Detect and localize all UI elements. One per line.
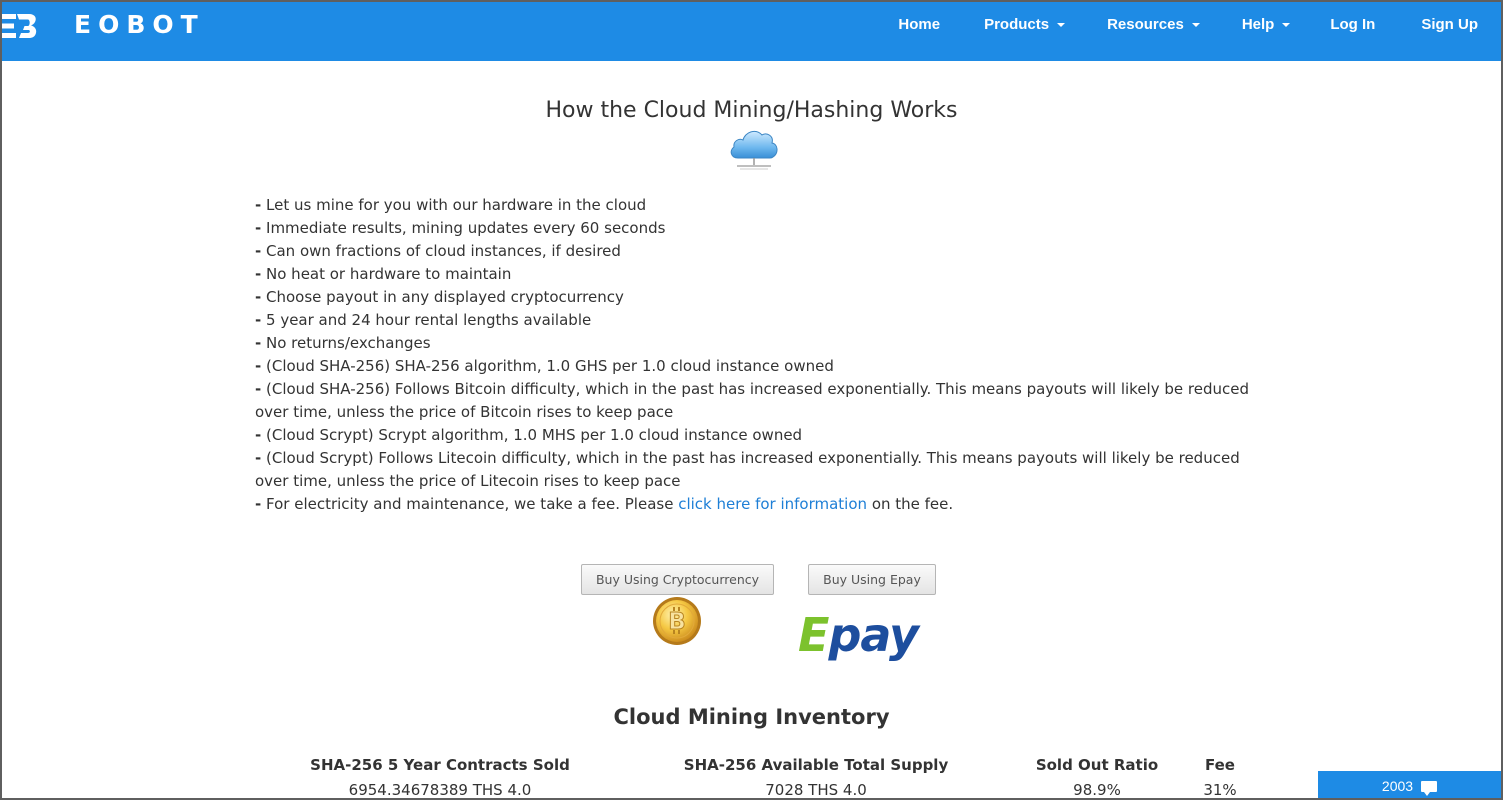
caret-down-icon	[1282, 22, 1291, 27]
chat-widget[interactable]: 2003	[1318, 771, 1501, 798]
feature-item: - Choose payout in any displayed cryptoc…	[255, 288, 624, 306]
feature-item: - No returns/exchanges	[255, 334, 431, 352]
fee-info-link[interactable]: click here for information	[678, 495, 867, 513]
column-header: Fee	[1205, 756, 1235, 774]
column-value: 7028 THS 4.0	[765, 781, 867, 798]
page: EOBOT Home Products Resources Help Log I…	[2, 2, 1501, 798]
epay-logo[interactable]: Epay	[798, 612, 919, 658]
nav-resources-label: Resources	[1107, 16, 1184, 33]
brand-name[interactable]: EOBOT	[74, 10, 205, 39]
column-value: 98.9%	[1073, 781, 1121, 798]
nav-products-label: Products	[984, 16, 1050, 33]
feature-item: - Immediate results, mining updates ever…	[255, 219, 666, 237]
features-list: - Let us mine for you with our hardware …	[255, 194, 1255, 516]
bitcoin-icon[interactable]: B	[652, 596, 702, 646]
inventory-column: Fee 31%	[1180, 754, 1260, 798]
column-header: Sold Out Ratio	[1035, 756, 1159, 774]
page-title: How the Cloud Mining/Hashing Works	[545, 98, 958, 123]
nav-home[interactable]: Home	[898, 16, 940, 33]
feature-item: - (Cloud SHA-256) Follows Bitcoin diffic…	[255, 380, 1249, 421]
nav-signup[interactable]: Sign Up	[1421, 16, 1478, 33]
column-header: SHA-256 Available Total Supply	[683, 756, 949, 774]
nav-signup-label: Sign Up	[1421, 16, 1478, 33]
caret-down-icon	[1191, 22, 1200, 27]
nav-home-label: Home	[898, 16, 941, 33]
column-value: 31%	[1203, 781, 1237, 798]
cloud-network-icon	[730, 130, 778, 170]
chat-count: 2003	[1381, 778, 1414, 794]
eobot-logo-icon[interactable]	[2, 12, 38, 40]
feature-item-fee: - For electricity and maintenance, we ta…	[255, 495, 954, 513]
inventory-column: SHA-256 Available Total Supply 7028 THS …	[666, 754, 966, 798]
feature-item: - 5 year and 24 hour rental lengths avai…	[255, 311, 592, 329]
inventory-column: SHA-256 5 Year Contracts Sold 6954.34678…	[290, 754, 590, 798]
feature-item: - Let us mine for you with our hardware …	[255, 196, 647, 214]
feature-item: - No heat or hardware to maintain	[255, 265, 512, 283]
buy-epay-button[interactable]: Buy Using Epay	[808, 564, 936, 595]
feature-item: - Can own fractions of cloud instances, …	[255, 242, 621, 260]
column-header: SHA-256 5 Year Contracts Sold	[310, 756, 570, 774]
epay-logo-pay: pay	[828, 608, 919, 662]
nav-resources[interactable]: Resources	[1107, 16, 1200, 33]
svg-text:B: B	[668, 609, 686, 635]
inventory-title: Cloud Mining Inventory	[613, 705, 890, 729]
buy-crypto-button[interactable]: Buy Using Cryptocurrency	[581, 564, 774, 595]
feature-item: - (Cloud Scrypt) Follows Litecoin diffic…	[255, 449, 1240, 490]
navbar: EOBOT Home Products Resources Help Log I…	[2, 2, 1501, 61]
nav-login-label: Log In	[1330, 16, 1376, 33]
nav-login[interactable]: Log In	[1330, 16, 1375, 33]
epay-logo-e: E	[798, 608, 829, 662]
fee-text-end: on the fee.	[867, 495, 954, 513]
feature-item: - (Cloud SHA-256) SHA-256 algorithm, 1.0…	[255, 357, 834, 375]
column-value: 6954.34678389 THS 4.0	[348, 781, 532, 798]
main-nav: Home Products Resources Help Log In Sign…	[898, 2, 1501, 47]
inventory-column: Sold Out Ratio 98.9%	[1022, 754, 1172, 798]
caret-down-icon	[1057, 22, 1066, 27]
feature-item: - (Cloud Scrypt) Scrypt algorithm, 1.0 M…	[255, 426, 803, 444]
nav-products[interactable]: Products	[984, 16, 1066, 33]
nav-help[interactable]: Help	[1242, 16, 1291, 33]
fee-text: For electricity and maintenance, we take…	[266, 495, 679, 513]
nav-help-label: Help	[1241, 16, 1275, 33]
chat-bubble-icon	[1421, 780, 1438, 796]
